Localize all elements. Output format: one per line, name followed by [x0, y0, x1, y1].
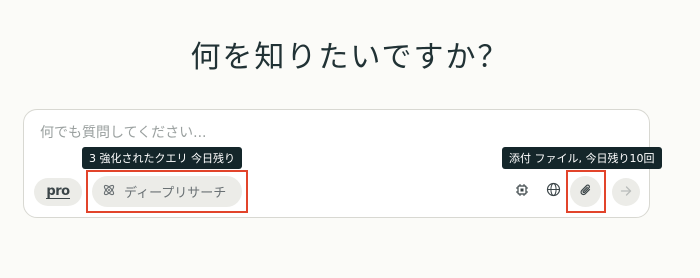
pro-toggle-button[interactable]: pro: [34, 178, 82, 206]
deep-research-tooltip: 3 強化されたクエリ 今日残り: [82, 147, 242, 169]
attach-tooltip: 添付 ファイル, 今日残り10回: [502, 147, 662, 169]
atom-icon: [102, 182, 116, 201]
paperclip-icon: [579, 182, 593, 201]
attach-button[interactable]: [570, 176, 601, 207]
page-heading: 何を知りたいですか？: [190, 40, 510, 75]
deep-research-button[interactable]: ディープリサーチ: [92, 176, 242, 207]
globe-icon: [546, 182, 561, 201]
arrow-right-icon: [619, 183, 633, 202]
chip-icon: [515, 182, 529, 201]
sources-button[interactable]: [543, 181, 563, 201]
deep-research-label: ディープリサーチ: [124, 186, 227, 201]
submit-button[interactable]: [612, 178, 640, 206]
model-select-button[interactable]: [512, 181, 532, 201]
search-input[interactable]: 何でも質問してください...: [40, 122, 207, 142]
pro-label: pro: [46, 184, 70, 199]
